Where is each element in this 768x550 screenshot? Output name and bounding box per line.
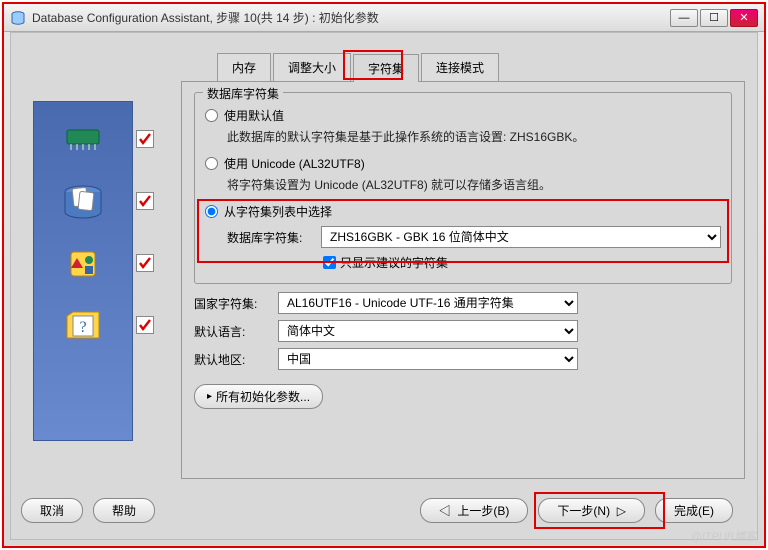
national-charset-select[interactable]: AL16UTF16 - Unicode UTF-16 通用字符集 xyxy=(278,292,578,314)
step-check-icon xyxy=(136,316,154,334)
app-icon xyxy=(10,10,26,26)
wizard-sidebar: ? xyxy=(33,101,133,441)
step-check-icon xyxy=(136,192,154,210)
desc-default: 此数据库的默认字符集是基于此操作系统的语言设置: ZHS16GBK。 xyxy=(227,128,721,145)
tab-memory[interactable]: 内存 xyxy=(217,53,271,81)
step-icon-options xyxy=(34,240,132,288)
radio-use-unicode[interactable] xyxy=(205,157,218,170)
close-button[interactable]: ✕ xyxy=(730,9,758,27)
group-title: 数据库字符集 xyxy=(203,85,283,102)
finish-button[interactable]: 完成(E) xyxy=(655,498,733,523)
help-button[interactable]: 帮助 xyxy=(93,498,155,523)
next-button[interactable]: 下一步(N) ▷ xyxy=(538,498,645,523)
step-check-icon xyxy=(136,254,154,272)
back-button[interactable]: ◁ 上一步(B) xyxy=(420,498,529,523)
radio-use-default[interactable] xyxy=(205,109,218,122)
panel-charset: 数据库字符集 使用默认值 此数据库的默认字符集是基于此操作系统的语言设置: ZH… xyxy=(181,81,745,479)
maximize-button[interactable]: ☐ xyxy=(700,9,728,27)
default-language-select[interactable]: 简体中文 xyxy=(278,320,578,342)
tab-connection[interactable]: 连接模式 xyxy=(421,53,499,81)
svg-text:?: ? xyxy=(79,319,86,336)
step-check-icon xyxy=(136,130,154,148)
tabs: 内存 调整大小 字符集 连接模式 xyxy=(217,53,745,81)
only-recommended-label: 只显示建议的字符集 xyxy=(340,254,448,271)
default-language-label: 默认语言: xyxy=(194,323,278,340)
desc-unicode: 将字符集设置为 Unicode (AL32UTF8) 就可以存储多语言组。 xyxy=(227,176,721,193)
only-recommended-checkbox[interactable] xyxy=(323,256,336,269)
minimize-button[interactable]: — xyxy=(670,9,698,27)
radio-use-default-label: 使用默认值 xyxy=(224,107,284,124)
db-charset-label: 数据库字符集: xyxy=(227,229,321,246)
step-icon-memory xyxy=(34,116,132,164)
watermark: @ITPUB博客 xyxy=(690,528,756,544)
group-db-charset: 数据库字符集 使用默认值 此数据库的默认字符集是基于此操作系统的语言设置: ZH… xyxy=(194,92,732,284)
tab-charset[interactable]: 字符集 xyxy=(353,54,419,82)
national-charset-label: 国家字符集: xyxy=(194,295,278,312)
radio-from-list[interactable] xyxy=(205,205,218,218)
db-charset-select[interactable]: ZHS16GBK - GBK 16 位简体中文 xyxy=(321,226,721,248)
step-icon-help: ? xyxy=(34,302,132,350)
tab-sizing[interactable]: 调整大小 xyxy=(273,53,351,81)
default-region-select[interactable]: 中国 xyxy=(278,348,578,370)
window-title: Database Configuration Assistant, 步骤 10(… xyxy=(32,9,670,26)
step-icon-storage xyxy=(34,178,132,226)
all-init-params-button[interactable]: 所有初始化参数... xyxy=(194,384,323,409)
radio-use-unicode-label: 使用 Unicode (AL32UTF8) xyxy=(224,155,365,172)
default-region-label: 默认地区: xyxy=(194,351,278,368)
cancel-button[interactable]: 取消 xyxy=(21,498,83,523)
radio-from-list-label: 从字符集列表中选择 xyxy=(224,203,332,220)
